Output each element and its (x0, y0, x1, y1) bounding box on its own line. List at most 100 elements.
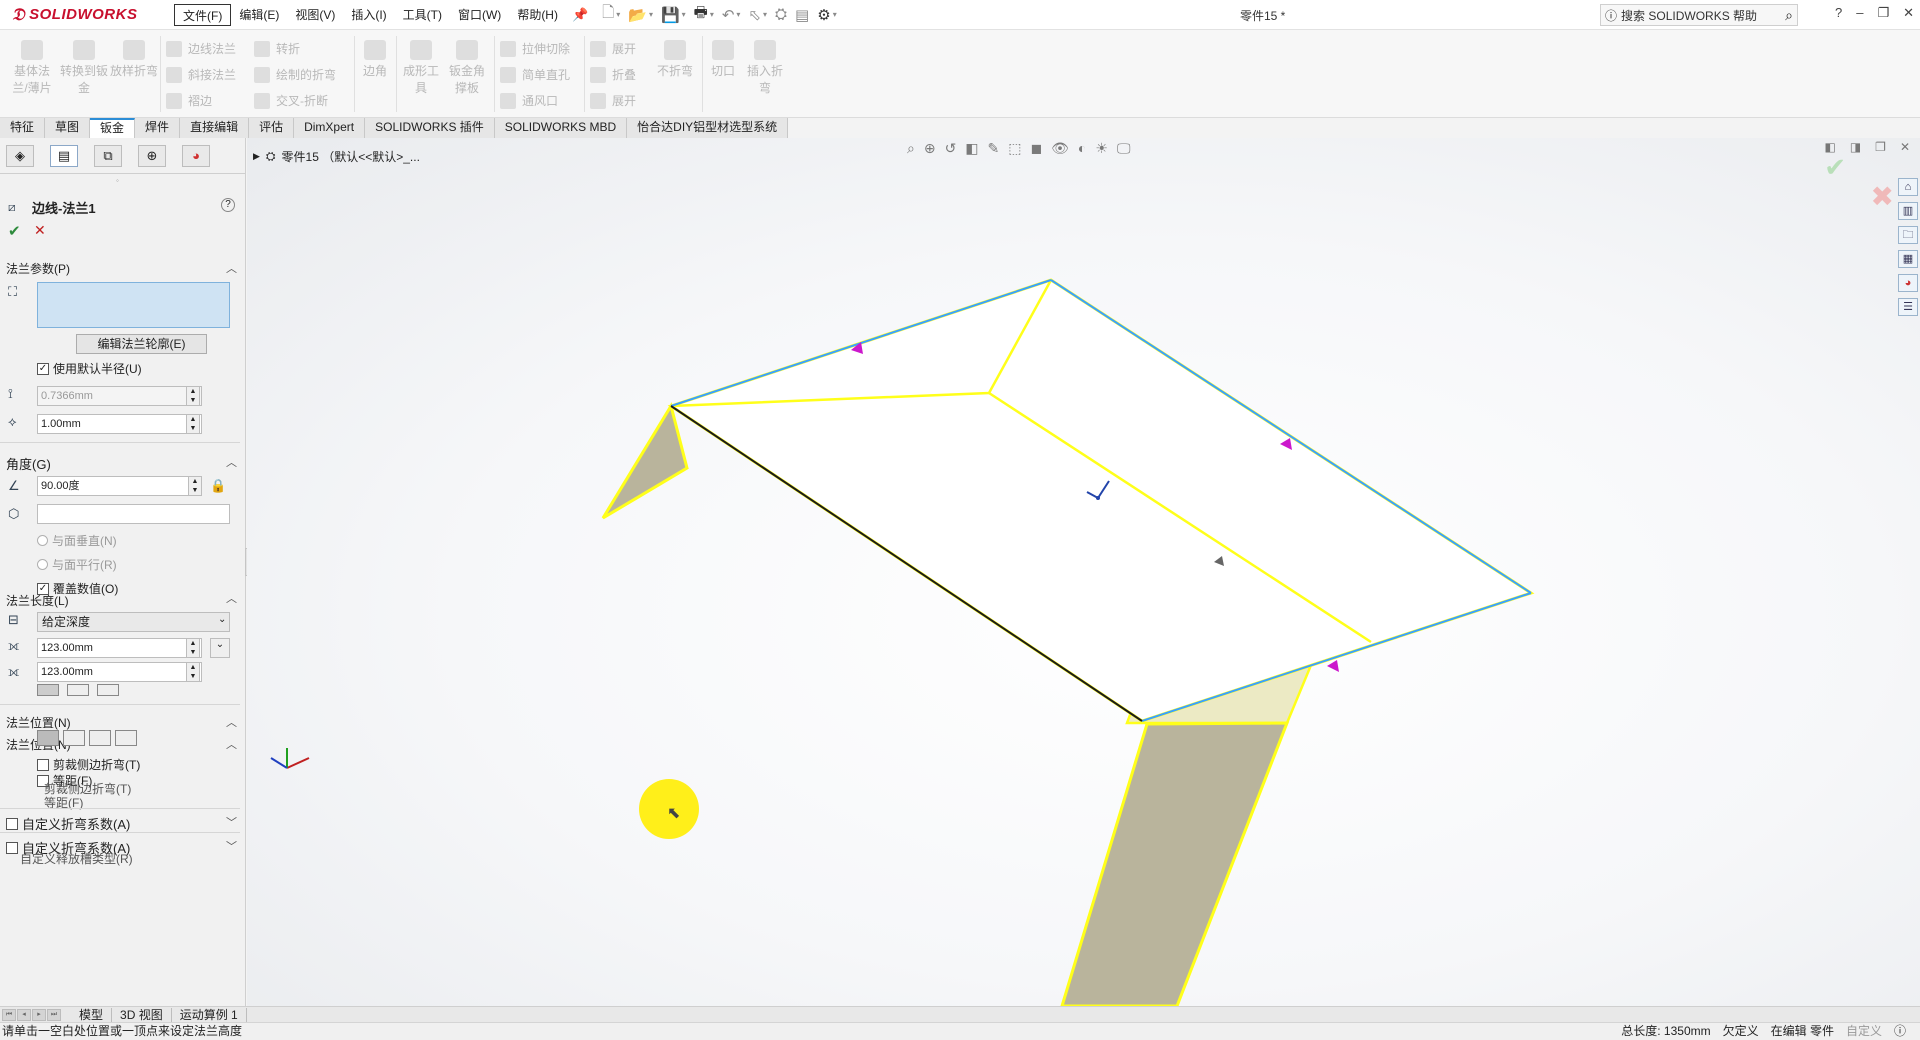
menu-view[interactable]: 视图(V) (287, 4, 343, 26)
inner-virtual-sharp-button[interactable] (67, 684, 89, 696)
panel-grip-icon[interactable]: ◦ (116, 176, 119, 185)
help-question-icon[interactable]: ? (1835, 5, 1842, 21)
chevron-down-icon[interactable]: ▾ (649, 10, 653, 19)
tab-3d-view[interactable]: 3D 视图 (112, 1007, 172, 1022)
flange-length-field-2[interactable]: 123.00mm (37, 662, 202, 682)
sketched-bend-tool[interactable]: 绘制的折弯 (254, 66, 336, 83)
bend-radius-field[interactable]: 0.7366mm (37, 386, 202, 406)
edit-flange-profile-button[interactable]: 编辑法兰轮廓(E) (76, 334, 207, 354)
ok-check-icon[interactable]: ✔ (8, 222, 21, 240)
menu-file[interactable]: 文件(F) (174, 3, 232, 26)
chevron-down-icon[interactable]: ﹀ (226, 838, 237, 854)
chevron-up-icon[interactable]: ︿ (226, 736, 237, 752)
lofted-bend-tool[interactable]: 放样折弯 (110, 40, 158, 79)
flange-drag-arrow-icon[interactable] (1327, 660, 1339, 672)
perpendicular-radio[interactable]: 与面垂直(N) (37, 532, 117, 549)
simple-hole-tool[interactable]: 简单直孔 (500, 66, 570, 83)
material-outside-button[interactable] (63, 730, 85, 746)
print-icon[interactable]: 🖶 (694, 2, 708, 27)
no-bends-tool[interactable]: 不折弯 (654, 40, 696, 79)
flange-angle-spinner[interactable]: ▲ ▼ (188, 476, 202, 496)
chevron-down-icon[interactable]: ▾ (616, 10, 620, 19)
search-icon[interactable]: ⌕ (1785, 7, 1793, 24)
prev-tab-icon[interactable]: ◂ (17, 1008, 31, 1021)
bottom-flange-face[interactable] (1060, 721, 1290, 1006)
tab-direct-editing[interactable]: 直接编辑 (180, 118, 250, 138)
chevron-down-icon[interactable]: ⌄ (218, 614, 226, 625)
flange-angle-field[interactable]: 90.00度 (37, 476, 202, 496)
flange-length-field[interactable]: 123.00mm (37, 638, 202, 658)
bend-outside-button[interactable] (89, 730, 111, 746)
edge-flange-tool[interactable]: 边线法兰 (166, 40, 236, 57)
tab-solidworks-addins[interactable]: SOLIDWORKS 插件 (365, 118, 495, 138)
pin-icon[interactable]: 📌 (572, 7, 588, 23)
tab-yiheda-profile[interactable]: 怡合达DIY铝型材选型系统 (627, 118, 789, 138)
solidworks-logo[interactable]: 𝔇 SOLIDWORKS (0, 0, 160, 30)
material-inside-button[interactable] (37, 730, 59, 746)
jog-tool[interactable]: 转折 (254, 40, 300, 57)
forming-tool[interactable]: 成形工具 (400, 40, 442, 96)
virtual-sharp-button[interactable] (115, 730, 137, 746)
tab-dimxpert[interactable]: DimXpert (294, 118, 366, 138)
extruded-cut-tool[interactable]: 拉伸切除 (500, 40, 570, 57)
save-icon[interactable]: 💾 (661, 6, 680, 24)
rebuild-icon[interactable]: ⛭ (775, 6, 787, 23)
first-tab-icon[interactable]: ⏮ (2, 1008, 16, 1021)
sheet-metal-gusset-tool[interactable]: 钣金角撑板 (446, 40, 488, 96)
tab-sheet-metal[interactable]: 钣金 (90, 118, 136, 138)
feature-manager-tab[interactable]: ◈ (6, 144, 34, 167)
chevron-up-icon[interactable]: ︿ (226, 590, 237, 606)
chevron-up-icon[interactable]: ︿ (226, 714, 237, 730)
help-icon[interactable]: ? (221, 198, 235, 212)
parallel-radio[interactable]: 与面平行(R) (37, 556, 117, 573)
fold-tool[interactable]: 折叠 (590, 66, 636, 83)
property-manager-tab[interactable]: ▤ (50, 144, 78, 167)
close-button[interactable]: ✕ (1903, 5, 1914, 21)
units-custom-dropdown[interactable]: 自定义 (1846, 1023, 1882, 1040)
flatten-tool[interactable]: 展开 (590, 92, 636, 109)
flange-position-header[interactable]: 法兰位置(N) (6, 714, 71, 731)
gap-distance-spinner[interactable]: ▲ ▼ (186, 414, 200, 434)
menu-insert[interactable]: 插入(I) (343, 4, 394, 26)
base-flange-tool[interactable]: 基体法兰/薄片 (8, 40, 56, 96)
miter-flange-tool[interactable]: 斜接法兰 (166, 66, 236, 83)
restore-button[interactable]: ❐ (1877, 5, 1889, 21)
trim-side-bends-checkbox[interactable]: 剪裁侧边折弯(T) (37, 756, 140, 773)
gap-distance-field[interactable]: 1.00mm (37, 414, 202, 434)
menu-edit[interactable]: 编辑(E) (231, 4, 287, 26)
undo-icon[interactable]: ↶ (722, 6, 735, 24)
file-properties-icon[interactable]: ▤ (795, 6, 809, 24)
override-value-checkbox[interactable]: ✓ 覆盖数值(O) (37, 580, 118, 597)
chevron-down-icon[interactable]: ▾ (710, 10, 714, 19)
menu-help[interactable]: 帮助(H) (509, 4, 566, 26)
configuration-manager-tab[interactable]: ⧉ (94, 144, 122, 167)
tangent-bend-button[interactable] (97, 684, 119, 696)
outer-virtual-sharp-button[interactable] (37, 684, 59, 696)
new-doc-icon[interactable]: 🗋 (602, 2, 614, 27)
convert-to-sheet-metal-tool[interactable]: 转换到钣金 (60, 40, 108, 96)
tab-model[interactable]: 模型 (71, 1007, 113, 1022)
minimize-button[interactable]: – (1856, 5, 1863, 21)
cancel-x-icon[interactable]: ✕ (34, 222, 46, 239)
tab-features[interactable]: 特征 (0, 118, 46, 138)
flange-length-spinner-2[interactable]: ▲ ▼ (186, 662, 200, 682)
angle-header[interactable]: 角度(G) (6, 454, 51, 473)
hem-tool[interactable]: 褶边 (166, 92, 212, 109)
chevron-down-icon[interactable]: ▾ (763, 10, 767, 19)
select-icon[interactable]: ⬁ (748, 6, 761, 24)
left-flange-face[interactable] (601, 402, 689, 520)
dimxpert-manager-tab[interactable]: ⊕ (138, 144, 166, 167)
unfold-tool[interactable]: 展开 (590, 40, 636, 57)
next-tab-icon[interactable]: ▸ (32, 1008, 46, 1021)
chevron-up-icon[interactable]: ︿ (226, 454, 237, 470)
lock-icon[interactable]: 🔒 (210, 478, 226, 494)
vent-tool[interactable]: 通风口 (500, 92, 558, 109)
chevron-up-icon[interactable]: ︿ (226, 260, 237, 276)
flange-length-spinner[interactable]: ▲ ▼ (186, 638, 200, 658)
custom-bend-allowance-checkbox[interactable]: 自定义折弯系数(A) (6, 814, 130, 833)
tab-motion-study[interactable]: 运动算例 1 (172, 1007, 247, 1022)
options-gear-icon[interactable]: ⚙ (817, 6, 830, 24)
rip-tool[interactable]: 切口 (706, 40, 740, 79)
tab-evaluate[interactable]: 评估 (249, 118, 295, 138)
base-plate-face[interactable] (667, 278, 1535, 723)
